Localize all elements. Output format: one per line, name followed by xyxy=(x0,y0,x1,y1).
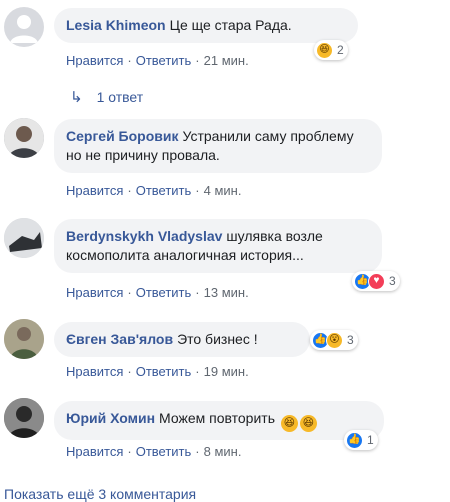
comment-time[interactable]: 21 мин. xyxy=(204,53,249,68)
comment-actions: Нравится · Ответить · 8 мин. xyxy=(66,444,242,459)
show-more-comments-link[interactable]: Показать ещё 3 комментария xyxy=(4,486,196,502)
reaction-summary[interactable]: 😆 2 xyxy=(314,40,348,60)
like-link[interactable]: Нравится xyxy=(66,364,123,379)
user-photo-icon xyxy=(4,218,44,258)
comment-time[interactable]: 8 мин. xyxy=(204,444,242,459)
comment-text: Це ще стара Рада. xyxy=(169,17,292,33)
comment-time[interactable]: 13 мин. xyxy=(204,285,249,300)
reaction-summary[interactable]: 👍 ♥ 3 xyxy=(352,271,400,291)
comment-actions: Нравится · Ответить · 13 мин. xyxy=(66,285,249,300)
reply-link[interactable]: Ответить xyxy=(136,444,192,459)
user-photo-icon xyxy=(4,398,44,438)
reaction-count: 1 xyxy=(367,433,374,447)
avatar[interactable] xyxy=(4,118,44,158)
comment-bubble: Юрий Хомин Можем повторить 😆 😆 xyxy=(54,401,384,440)
comment-author[interactable]: Berdynskykh Vladyslav xyxy=(66,228,222,244)
reaction-summary[interactable]: 👍 😮 3 xyxy=(310,330,358,350)
comment-text: Это бизнес ! xyxy=(177,331,258,347)
avatar[interactable] xyxy=(4,319,44,359)
reply-link[interactable]: Ответить xyxy=(136,285,192,300)
comment-bubble: Berdynskykh Vladyslav шулявка возле космо… xyxy=(54,219,382,273)
like-link[interactable]: Нравится xyxy=(66,444,123,459)
replies-count: 1 ответ xyxy=(96,89,144,105)
view-replies-link[interactable]: ↳ 1 ответ xyxy=(70,88,143,106)
like-link[interactable]: Нравится xyxy=(66,53,123,68)
avatar[interactable] xyxy=(4,218,44,258)
laughing-face-icon: 😆 xyxy=(299,415,317,432)
comment-actions: Нравится · Ответить · 19 мин. xyxy=(66,364,249,379)
avatar[interactable] xyxy=(4,398,44,438)
reply-link[interactable]: Ответить xyxy=(136,53,192,68)
comment-actions: Нравится · Ответить · 21 мин. xyxy=(66,53,249,68)
love-reaction-icon: ♥ xyxy=(368,272,385,290)
reaction-count: 3 xyxy=(347,333,354,347)
reaction-count: 3 xyxy=(389,274,396,288)
comment-actions: Нравится · Ответить · 4 мин. xyxy=(66,183,242,198)
comment-bubble: Сергей Боровик Устранили саму проблему но… xyxy=(54,119,382,173)
reaction-count: 2 xyxy=(337,43,344,57)
user-photo-icon xyxy=(4,118,44,158)
comment-bubble: Lesia Khimeon Це ще стара Рада. xyxy=(54,8,358,43)
haha-reaction-icon: 😆 xyxy=(316,41,333,59)
reaction-summary[interactable]: 👍 1 xyxy=(344,430,378,450)
default-avatar-icon xyxy=(10,15,38,43)
like-link[interactable]: Нравится xyxy=(66,285,123,300)
reply-link[interactable]: Ответить xyxy=(136,364,192,379)
comment-bubble: Євген Зав'ялов Это бизнес ! xyxy=(54,322,310,357)
avatar[interactable] xyxy=(4,7,44,47)
comment-author[interactable]: Юрий Хомин xyxy=(66,410,155,426)
comment-time[interactable]: 4 мин. xyxy=(204,183,242,198)
comment-text: Можем повторить xyxy=(159,410,275,426)
reply-arrow-icon: ↳ xyxy=(70,89,83,106)
laughing-face-icon: 😆 xyxy=(280,415,298,432)
wow-reaction-icon: 😮 xyxy=(326,331,343,349)
like-link[interactable]: Нравится xyxy=(66,183,123,198)
comment-author[interactable]: Сергей Боровик xyxy=(66,128,179,144)
user-photo-icon xyxy=(4,319,44,359)
comment-author[interactable]: Євген Зав'ялов xyxy=(66,331,173,347)
comment-author[interactable]: Lesia Khimeon xyxy=(66,17,166,33)
reply-link[interactable]: Ответить xyxy=(136,183,192,198)
comment-time[interactable]: 19 мин. xyxy=(204,364,249,379)
like-reaction-icon: 👍 xyxy=(346,431,363,449)
